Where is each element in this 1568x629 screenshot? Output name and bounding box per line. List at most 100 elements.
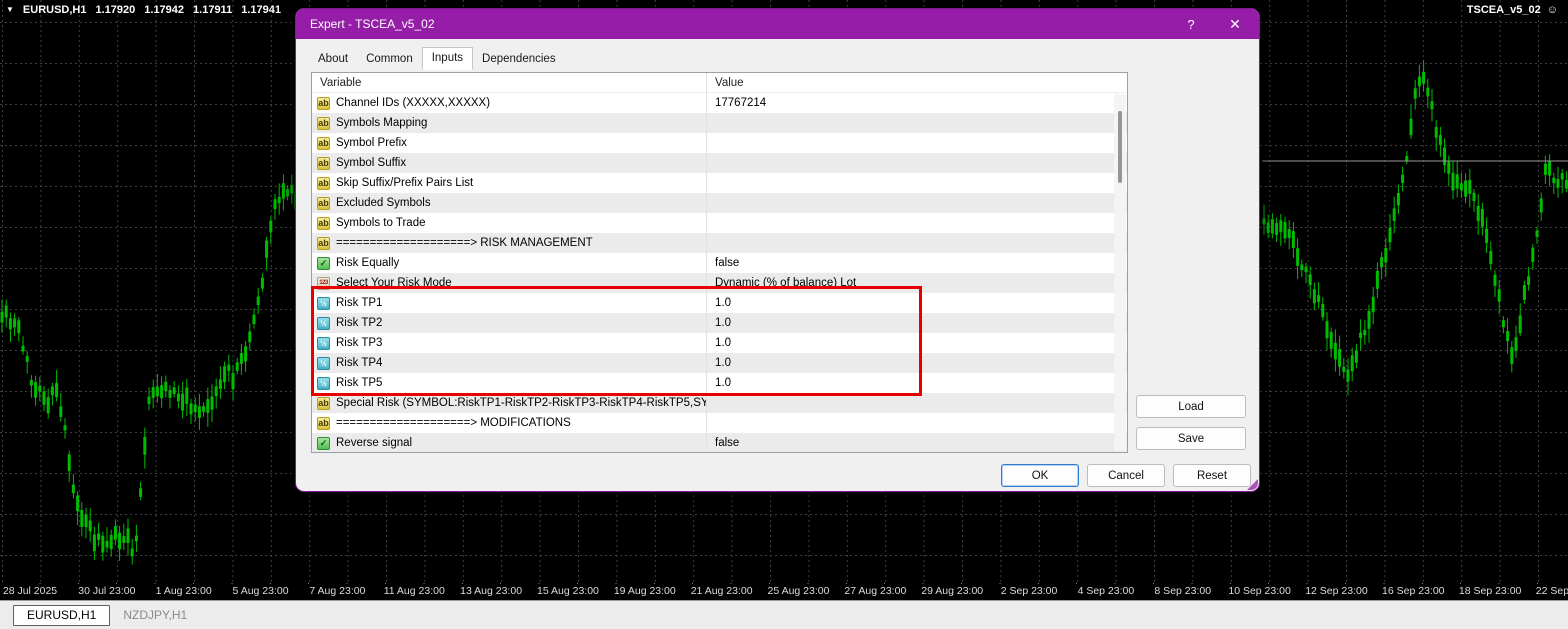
variable-cell: ab Symbol Prefix xyxy=(312,133,707,153)
value-cell[interactable] xyxy=(707,133,1127,153)
value-cell[interactable]: false xyxy=(707,433,1127,453)
inputs-table: Variable Value ab Channel IDs (XXXXX,XXX… xyxy=(311,72,1128,453)
ea-name-label: TSCEA_v5_02 xyxy=(1467,4,1541,16)
variable-cell: ab Symbols to Trade xyxy=(312,213,707,233)
chart-tab-bar: EURUSD,H1NZDJPY,H1 xyxy=(0,600,1568,629)
value-cell[interactable]: 17767214 xyxy=(707,93,1127,113)
cancel-button[interactable]: Cancel xyxy=(1087,464,1165,487)
value-cell[interactable] xyxy=(707,213,1127,233)
tab-common[interactable]: Common xyxy=(357,49,422,70)
load-button[interactable]: Load xyxy=(1136,395,1246,418)
ab-type-icon: ab xyxy=(317,237,330,250)
tab-about[interactable]: About xyxy=(309,49,357,70)
double-type-icon: ½ xyxy=(317,337,330,350)
help-button[interactable]: ? xyxy=(1169,9,1213,39)
time-axis-label: 29 Aug 23:00 xyxy=(921,585,983,597)
value-cell[interactable]: 1.0 xyxy=(707,313,1127,333)
value-cell[interactable] xyxy=(707,153,1127,173)
column-header-value[interactable]: Value xyxy=(707,77,1127,89)
tab-inputs[interactable]: Inputs xyxy=(422,47,473,70)
chart-tab-eurusd-h1[interactable]: EURUSD,H1 xyxy=(13,605,110,626)
time-axis-label: 13 Aug 23:00 xyxy=(460,585,522,597)
ea-smiley-icon[interactable]: ☺ xyxy=(1547,4,1558,16)
quote-low: 1.17911 xyxy=(193,4,232,16)
value-cell[interactable]: 1.0 xyxy=(707,293,1127,313)
time-axis-label: 15 Aug 23:00 xyxy=(537,585,599,597)
save-button[interactable]: Save xyxy=(1136,427,1246,450)
table-row[interactable]: ✓ Reverse signal false xyxy=(312,433,1127,453)
table-row[interactable]: ab Skip Suffix/Prefix Pairs List xyxy=(312,173,1127,193)
time-axis-label: 10 Sep 23:00 xyxy=(1228,585,1290,597)
time-axis-label: 25 Aug 23:00 xyxy=(768,585,830,597)
variable-cell: ✓ Reverse signal xyxy=(312,433,707,453)
variable-label: Select Your Risk Mode xyxy=(336,277,452,289)
variable-cell: ½ Risk TP2 xyxy=(312,313,707,333)
variable-cell: ✓ Risk Equally xyxy=(312,253,707,273)
value-cell[interactable] xyxy=(707,173,1127,193)
table-row[interactable]: ½ Risk TP2 1.0 xyxy=(312,313,1127,333)
expert-properties-dialog: Expert - TSCEA_v5_02 ? ✕ AboutCommonInpu… xyxy=(295,8,1260,492)
variable-label: Channel IDs (XXXXX,XXXXX) xyxy=(336,97,490,109)
table-row[interactable]: ab Channel IDs (XXXXX,XXXXX) 17767214 xyxy=(312,93,1127,113)
table-row[interactable]: ab ====================> MODIFICATIONS xyxy=(312,413,1127,433)
time-axis-label: 28 Jul 2025 xyxy=(3,585,57,597)
table-row[interactable]: ab Symbol Prefix xyxy=(312,133,1127,153)
time-axis-label: 12 Sep 23:00 xyxy=(1305,585,1367,597)
dialog-tab-strip: AboutCommonInputsDependencies xyxy=(296,39,1259,70)
double-type-icon: ½ xyxy=(317,317,330,330)
value-cell[interactable] xyxy=(707,233,1127,253)
table-row[interactable]: ab Symbols Mapping xyxy=(312,113,1127,133)
variable-cell: ab Symbol Suffix xyxy=(312,153,707,173)
resize-grip[interactable] xyxy=(1247,479,1258,490)
value-cell[interactable]: 1.0 xyxy=(707,373,1127,393)
table-row[interactable]: ½ Risk TP1 1.0 xyxy=(312,293,1127,313)
table-row[interactable]: ½ Risk TP4 1.0 xyxy=(312,353,1127,373)
enum-type-icon: 123 xyxy=(317,277,330,290)
variable-cell: ab Channel IDs (XXXXX,XXXXX) xyxy=(312,93,707,113)
value-cell[interactable] xyxy=(707,193,1127,213)
quote-close: 1.17941 xyxy=(241,4,281,16)
ea-badge: TSCEA_v5_02 ☺ xyxy=(1467,4,1558,16)
ab-type-icon: ab xyxy=(317,397,330,410)
value-cell[interactable]: 1.0 xyxy=(707,353,1127,373)
value-cell[interactable] xyxy=(707,393,1127,413)
variable-label: ====================> MODIFICATIONS xyxy=(336,417,571,429)
table-row[interactable]: ½ Risk TP3 1.0 xyxy=(312,333,1127,353)
value-cell[interactable]: false xyxy=(707,253,1127,273)
tab-dependencies[interactable]: Dependencies xyxy=(473,49,565,70)
time-axis-label: 19 Aug 23:00 xyxy=(614,585,676,597)
time-axis-label: 8 Sep 23:00 xyxy=(1154,585,1211,597)
variable-label: Symbols Mapping xyxy=(336,117,427,129)
bool-type-icon: ✓ xyxy=(317,257,330,270)
double-type-icon: ½ xyxy=(317,377,330,390)
ab-type-icon: ab xyxy=(317,97,330,110)
dialog-title-bar[interactable]: Expert - TSCEA_v5_02 ? ✕ xyxy=(296,9,1259,39)
value-cell[interactable]: 1.0 xyxy=(707,333,1127,353)
ab-type-icon: ab xyxy=(317,137,330,150)
time-axis: 28 Jul 202530 Jul 23:001 Aug 23:005 Aug … xyxy=(0,584,1568,600)
time-axis-label: 1 Aug 23:00 xyxy=(156,585,212,597)
scrollbar-thumb[interactable] xyxy=(1118,111,1122,183)
table-scrollbar[interactable] xyxy=(1114,94,1126,451)
ab-type-icon: ab xyxy=(317,217,330,230)
ok-button[interactable]: OK xyxy=(1001,464,1079,487)
table-row[interactable]: ab Special Risk (SYMBOL:RiskTP1-RiskTP2-… xyxy=(312,393,1127,413)
table-row[interactable]: ab Excluded Symbols xyxy=(312,193,1127,213)
table-row[interactable]: ab ====================> RISK MANAGEMENT xyxy=(312,233,1127,253)
reset-button[interactable]: Reset xyxy=(1173,464,1251,487)
variable-cell: ½ Risk TP4 xyxy=(312,353,707,373)
chart-tab-nzdjpy-h1[interactable]: NZDJPY,H1 xyxy=(110,605,200,626)
table-row[interactable]: ½ Risk TP5 1.0 xyxy=(312,373,1127,393)
value-cell[interactable] xyxy=(707,413,1127,433)
time-axis-label: 4 Sep 23:00 xyxy=(1078,585,1135,597)
variable-label: Risk TP2 xyxy=(336,317,382,329)
time-axis-label: 22 Sep 23:00 xyxy=(1536,585,1568,597)
table-row[interactable]: ab Symbols to Trade xyxy=(312,213,1127,233)
close-icon[interactable]: ✕ xyxy=(1213,9,1257,39)
table-row[interactable]: ✓ Risk Equally false xyxy=(312,253,1127,273)
table-row[interactable]: ab Symbol Suffix xyxy=(312,153,1127,173)
table-row[interactable]: 123 Select Your Risk Mode Dynamic (% of … xyxy=(312,273,1127,293)
value-cell[interactable] xyxy=(707,113,1127,133)
value-cell[interactable]: Dynamic (% of balance) Lot xyxy=(707,273,1127,293)
column-header-variable[interactable]: Variable xyxy=(312,73,707,92)
